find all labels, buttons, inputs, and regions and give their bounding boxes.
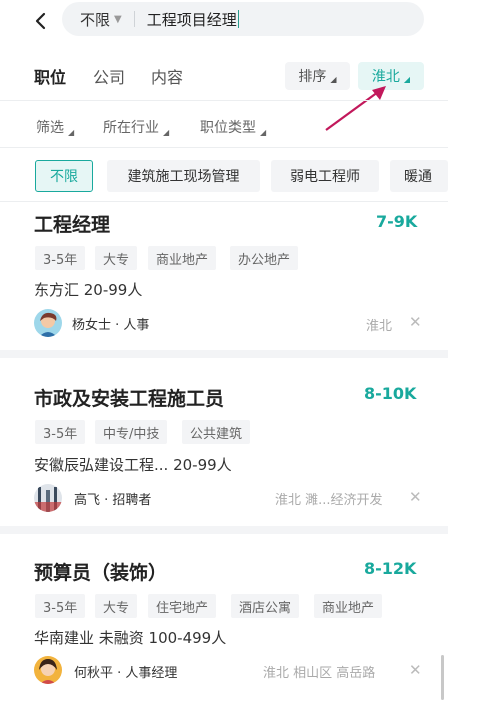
caret-icon: ◢ (68, 128, 75, 137)
job-type-label: 职位类型 (200, 120, 256, 136)
tab-companies[interactable]: 公司 (93, 64, 125, 88)
company-info: 华南建业 未融资 100-499人 (34, 629, 227, 647)
back-button[interactable] (26, 6, 56, 36)
location: 淮北 (366, 319, 393, 334)
chip: 酒店公寓 (231, 594, 300, 618)
close-icon[interactable]: ✕ (409, 488, 422, 506)
company-info: 东方汇 20-99人 (34, 281, 143, 299)
close-icon[interactable]: ✕ (409, 661, 422, 679)
close-icon[interactable]: ✕ (409, 313, 422, 331)
tag-construction-site[interactable]: 建筑施工现场管理 (107, 160, 260, 192)
chip: 大专 (95, 594, 138, 618)
tab-content[interactable]: 内容 (151, 64, 183, 88)
caret-icon: ◢ (260, 128, 267, 137)
chip: 中专/中技 (95, 420, 168, 444)
filter-label: 筛选 (36, 120, 64, 136)
annotation-arrow (325, 86, 386, 131)
caret-down-icon: ▼ (114, 13, 122, 25)
tag-hvac[interactable]: 暖通 (390, 160, 448, 192)
caret-icon: ◢ (403, 74, 411, 84)
job-title: 市政及安装工程施工员 (34, 388, 225, 410)
job-title: 工程经理 (34, 214, 111, 236)
salary: 8-12K (364, 559, 417, 578)
tab-jobs[interactable]: 职位 (34, 64, 66, 88)
industry-filter[interactable]: 所在行业 ◢ (103, 117, 169, 137)
scrollbar[interactable] (441, 655, 444, 700)
card-separator (0, 350, 448, 358)
recruiter: 高飞 · 招聘者 (74, 493, 152, 508)
avatar (34, 309, 62, 337)
job-title: 预算员（装饰） (34, 562, 168, 584)
caret-icon: ◢ (163, 128, 170, 137)
search-input[interactable]: 工程项目经理 (147, 9, 237, 30)
search-bar[interactable]: 不限 ▼ 工程项目经理 (62, 2, 424, 36)
location: 淮北 濉...经济开发 (275, 493, 383, 508)
tag-low-voltage-engineer[interactable]: 弱电工程师 (271, 160, 379, 192)
card-separator (0, 526, 448, 534)
chevron-left-icon (35, 12, 46, 30)
company-info: 安徽辰弘建设工程... 20-99人 (34, 456, 232, 474)
chip: 商业地产 (314, 594, 383, 618)
divider (0, 201, 448, 202)
divider (0, 147, 448, 148)
chip: 公共建筑 (182, 420, 251, 444)
chip: 3-5年 (35, 246, 86, 270)
job-type-filter[interactable]: 职位类型 ◢ (200, 117, 266, 137)
salary: 8-10K (364, 384, 417, 403)
salary: 7-9K (376, 212, 418, 231)
chip: 3-5年 (35, 420, 86, 444)
recruiter: 杨女士 · 人事 (72, 318, 150, 333)
tag-unlimited[interactable]: 不限 (35, 160, 93, 192)
divider (0, 100, 448, 101)
text-cursor (237, 10, 239, 28)
filter-button[interactable]: 筛选 ◢ (36, 117, 74, 137)
avatar (34, 656, 62, 684)
chip: 大专 (95, 246, 138, 270)
chip: 住宅地产 (148, 594, 217, 618)
search-separator (133, 11, 135, 27)
recruiter: 何秋平 · 人事经理 (74, 666, 178, 681)
location: 淮北 相山区 高岳路 (263, 666, 376, 681)
search-scope-dropdown[interactable]: 不限 (80, 9, 110, 30)
industry-label: 所在行业 (103, 120, 159, 136)
chip: 办公地产 (230, 246, 299, 270)
chip: 商业地产 (148, 246, 217, 270)
avatar (34, 484, 62, 512)
chip: 3-5年 (35, 594, 86, 618)
